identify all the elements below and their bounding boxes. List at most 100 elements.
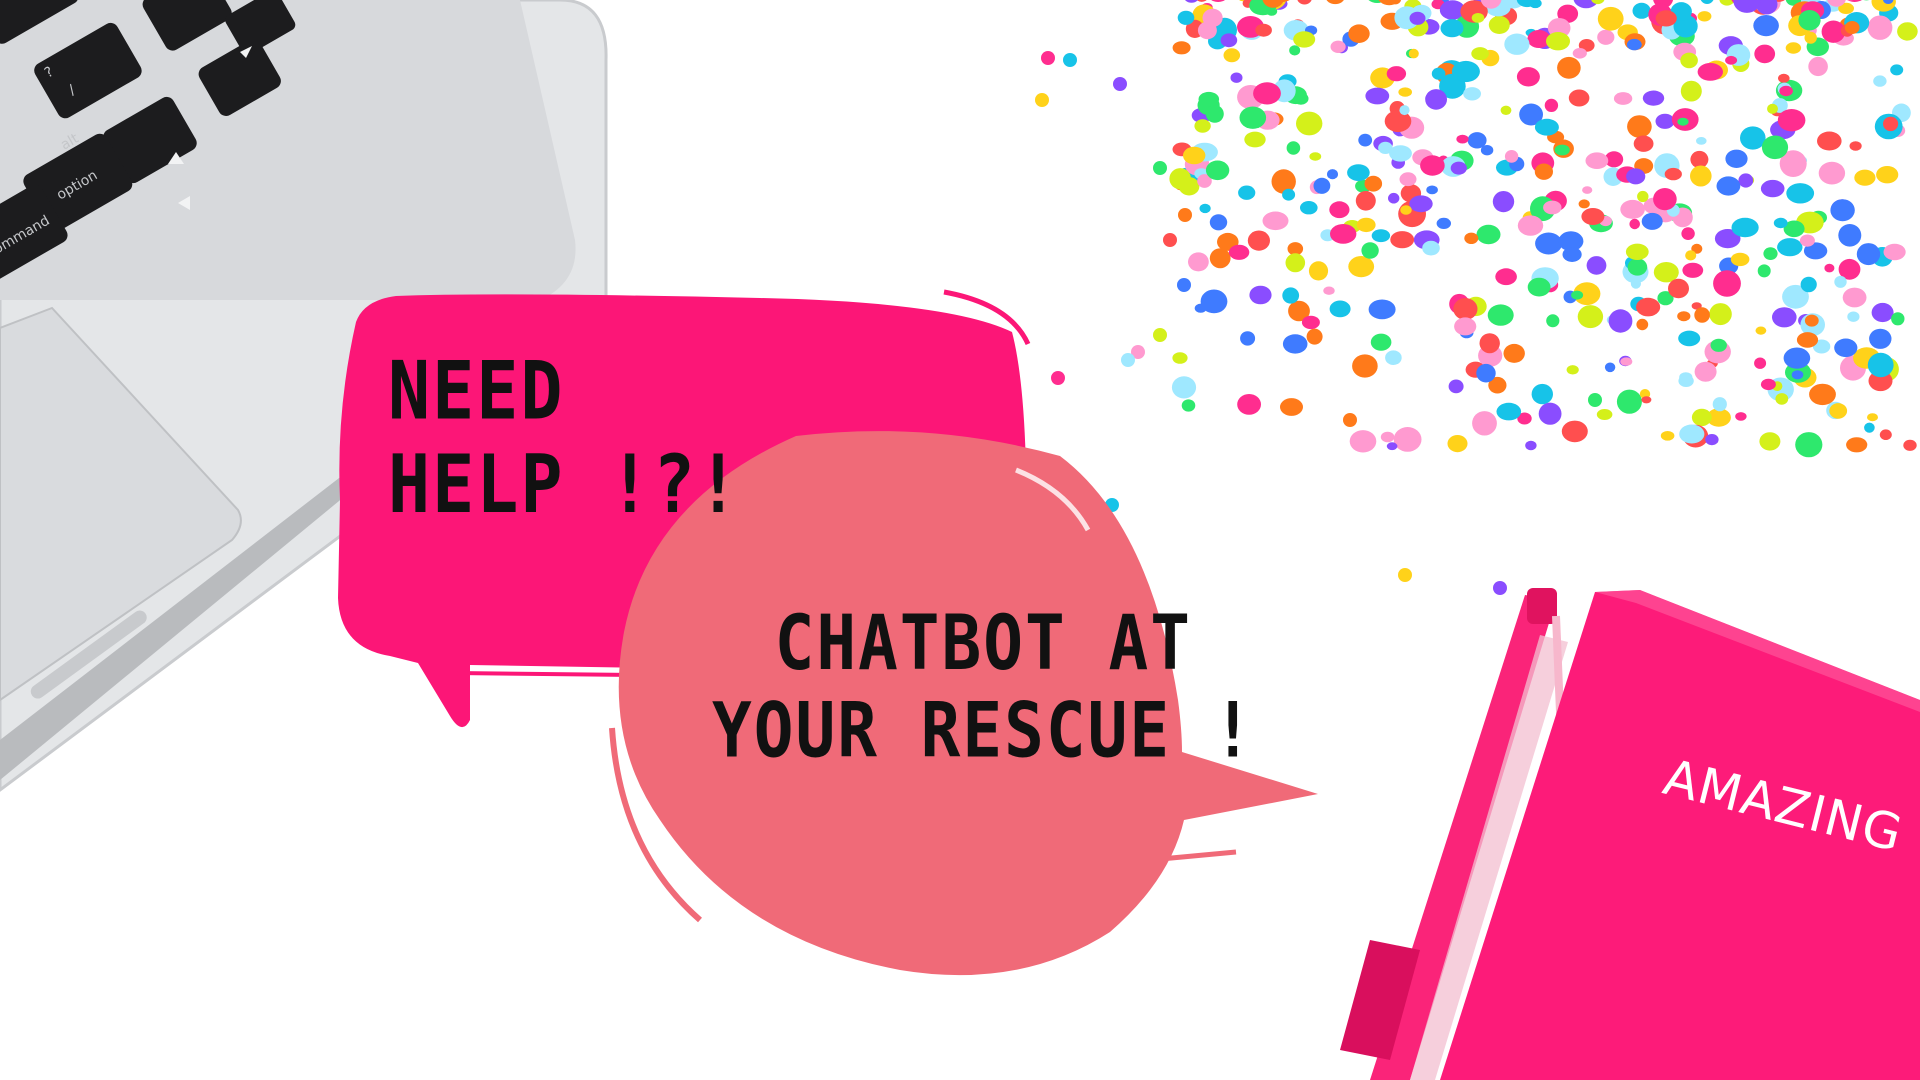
confetti-piece: [1398, 87, 1412, 97]
confetti-piece: [1280, 398, 1303, 416]
confetti-piece: [1804, 314, 1819, 327]
confetti-piece: [1557, 56, 1581, 79]
confetti-piece: [1596, 409, 1613, 420]
confetti-piece: [1846, 437, 1868, 453]
confetti-piece: [1627, 258, 1648, 276]
confetti-piece: [1051, 371, 1065, 385]
confetti-piece: [1582, 186, 1593, 194]
confetti-piece: [1544, 98, 1559, 112]
confetti-piece: [1578, 199, 1590, 209]
confetti-piece: [1448, 379, 1464, 394]
confetti-piece: [1760, 378, 1776, 391]
confetti-piece: [1364, 175, 1383, 192]
confetti-piece: [1585, 152, 1609, 169]
confetti-piece: [1525, 440, 1537, 451]
confetti-piece: [1629, 218, 1640, 230]
confetti-piece: [1399, 172, 1417, 187]
confetti-piece: [1447, 435, 1468, 453]
confetti-piece: [1773, 217, 1788, 229]
confetti-piece: [1641, 212, 1663, 230]
confetti-piece: [1385, 350, 1402, 366]
confetti-piece: [1755, 326, 1767, 335]
confetti-piece: [1668, 278, 1689, 299]
confetti-piece: [1183, 146, 1206, 165]
confetti-piece: [1664, 167, 1682, 181]
confetti-piece: [1472, 411, 1497, 436]
confetti-piece: [1588, 393, 1602, 407]
confetti-piece: [1535, 232, 1563, 255]
confetti-piece: [1767, 103, 1778, 114]
confetti-piece: [1709, 303, 1732, 326]
confetti-piece: [1356, 217, 1376, 233]
confetti-piece: [1348, 24, 1370, 43]
confetti-piece: [1220, 33, 1238, 48]
confetti-piece: [1496, 402, 1522, 421]
confetti-piece: [1355, 191, 1376, 211]
confetti-piece: [1867, 352, 1894, 378]
confetti-piece: [1633, 135, 1654, 152]
confetti-icon: [1035, 0, 1918, 595]
confetti-piece: [1398, 568, 1412, 582]
confetti-piece: [1306, 328, 1323, 345]
confetti-piece: [1883, 116, 1899, 132]
confetti-piece: [1842, 287, 1867, 308]
confetti-piece: [1289, 45, 1301, 56]
question-line: NEED: [388, 343, 565, 439]
confetti-piece: [1561, 420, 1588, 443]
confetti-piece: [1873, 75, 1887, 87]
confetti-piece: [1636, 318, 1649, 331]
confetti-piece: [1194, 119, 1211, 133]
confetti-piece: [1253, 82, 1281, 105]
confetti-piece: [1834, 275, 1847, 288]
confetti-piece: [1777, 109, 1806, 132]
confetti-piece: [1680, 52, 1698, 69]
confetti-piece: [1197, 21, 1217, 40]
confetti-piece: [1454, 317, 1477, 336]
confetti-piece: [1696, 137, 1707, 145]
confetti-piece: [1517, 215, 1544, 236]
confetti-piece: [1625, 243, 1649, 260]
confetti-piece: [1760, 179, 1785, 198]
confetti-piece: [1531, 383, 1554, 405]
confetti-piece: [1223, 48, 1241, 63]
confetti-piece: [1492, 191, 1515, 213]
confetti-piece: [1329, 300, 1351, 318]
confetti-piece: [1680, 80, 1702, 102]
confetti-piece: [1238, 185, 1256, 200]
confetti-piece: [1785, 42, 1802, 54]
confetti-piece: [1867, 413, 1878, 422]
confetti-piece: [1205, 160, 1230, 181]
confetti-piece: [1616, 389, 1642, 414]
confetti-piece: [1488, 15, 1510, 34]
confetti-piece: [1632, 2, 1651, 19]
confetti-piece: [1409, 195, 1433, 213]
confetti-piece: [1630, 278, 1641, 289]
confetti-piece: [1471, 13, 1485, 23]
confetti-piece: [1568, 89, 1590, 107]
confetti-piece: [1791, 370, 1804, 380]
confetti-piece: [1869, 328, 1892, 349]
confetti-piece: [1476, 363, 1496, 383]
confetti-piece: [1705, 434, 1719, 446]
confetti-piece: [1690, 165, 1712, 187]
confetti-piece: [1753, 15, 1779, 37]
confetti-piece: [1172, 352, 1188, 364]
confetti-piece: [1527, 277, 1551, 297]
confetti-piece: [1453, 298, 1478, 320]
confetti-piece: [1636, 297, 1661, 317]
confetti-piece: [1408, 48, 1419, 59]
confetti-piece: [1228, 244, 1250, 260]
confetti-piece: [1255, 23, 1272, 37]
confetti-piece: [1368, 299, 1396, 320]
confetti-piece: [1620, 199, 1645, 219]
confetti-piece: [1330, 224, 1357, 244]
confetti-piece: [1626, 168, 1646, 185]
confetti-piece: [1358, 133, 1373, 147]
confetti-piece: [1352, 354, 1378, 378]
confetti-piece: [1849, 141, 1862, 151]
confetti-piece: [1655, 113, 1675, 129]
confetti-piece: [1694, 361, 1717, 382]
confetti-piece: [1678, 374, 1694, 387]
confetti-piece: [1903, 439, 1917, 451]
confetti-piece: [1198, 91, 1220, 107]
